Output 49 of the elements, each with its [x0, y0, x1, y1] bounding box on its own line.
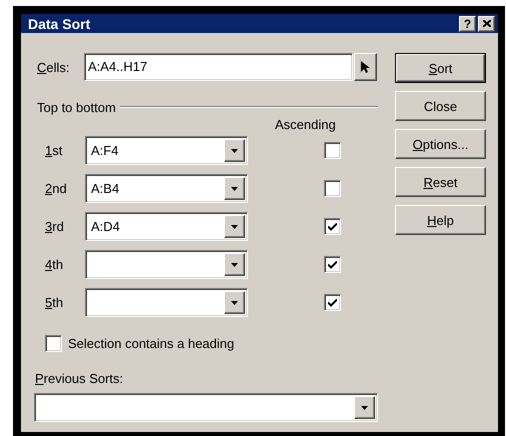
caret-icon	[231, 186, 238, 190]
dropdown-button[interactable]	[224, 139, 245, 162]
checkbox[interactable]	[324, 142, 341, 159]
reset-button[interactable]: Reset	[395, 167, 486, 197]
column-header: Ascending	[275, 117, 337, 132]
caret-icon	[231, 262, 238, 266]
dropdown-button[interactable]	[224, 291, 245, 314]
sort-key-label: 3rd	[45, 219, 65, 234]
checkmark-icon	[328, 298, 337, 306]
dropdown[interactable]: A:F4	[85, 136, 248, 165]
help-button[interactable]: ?	[459, 16, 476, 32]
sort-key-label: 5th	[45, 295, 64, 310]
checkmark-icon	[328, 260, 337, 268]
dropdown-button[interactable]	[224, 253, 245, 276]
window-title: Data Sort	[28, 16, 92, 32]
checkbox[interactable]	[324, 256, 341, 273]
dropdown[interactable]: A:B4	[85, 174, 248, 203]
dropdown[interactable]: A:D4	[85, 212, 248, 241]
section-title: Top to bottom	[37, 100, 116, 114]
checkbox[interactable]	[324, 294, 341, 311]
caret-icon	[361, 406, 368, 410]
close-button[interactable]: Close	[395, 91, 486, 121]
dropdown[interactable]	[85, 288, 248, 317]
checkbox[interactable]	[324, 218, 341, 235]
dropdown[interactable]	[34, 393, 378, 422]
range-picker-button[interactable]	[354, 53, 377, 81]
dropdown-button[interactable]	[224, 215, 245, 238]
checkmark-icon	[328, 222, 337, 230]
dropdown[interactable]	[85, 250, 248, 279]
dropdown-button[interactable]	[354, 396, 375, 419]
dropdown-button[interactable]	[224, 177, 245, 200]
help-button[interactable]: Help	[395, 205, 486, 235]
sort-button[interactable]: Sort	[395, 53, 486, 83]
caret-icon	[231, 300, 238, 304]
sort-key-label: 1st	[45, 143, 64, 158]
previous-sorts-label: Previous Sorts:	[35, 371, 124, 386]
close-icon	[482, 20, 490, 27]
checkbox[interactable]	[45, 335, 62, 352]
options-button[interactable]: Options...	[395, 129, 486, 159]
cells-label: Cells:	[37, 60, 71, 74]
cells-field[interactable]: A:A4..H17	[84, 53, 353, 81]
sort-key-label: 2nd	[45, 181, 68, 196]
checkbox[interactable]	[324, 180, 341, 197]
checkbox-label: Selection contains a heading	[68, 336, 234, 351]
caret-icon	[231, 224, 238, 228]
caret-icon	[231, 148, 238, 152]
close-button[interactable]	[478, 16, 495, 32]
sort-key-label: 4th	[45, 257, 64, 272]
cursor-icon	[360, 60, 371, 74]
